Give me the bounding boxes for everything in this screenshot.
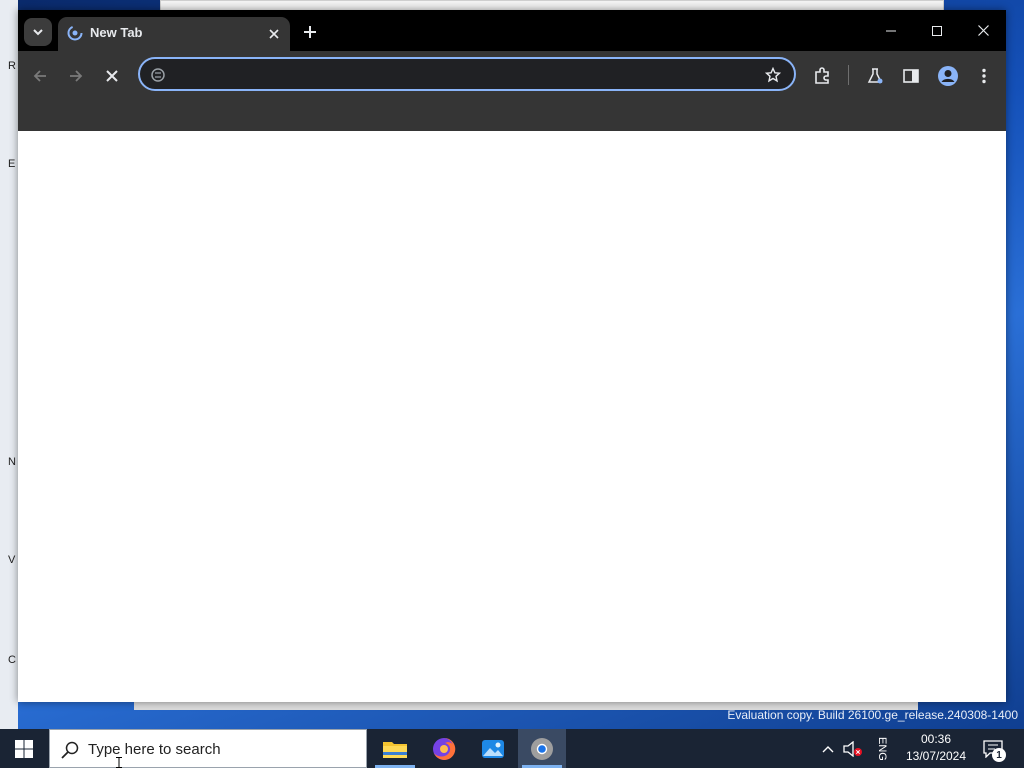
minimize-icon [886,30,896,31]
taskbar-photos[interactable] [469,729,517,768]
taskbar-firefox[interactable] [420,729,468,768]
browser-menu-button[interactable] [970,61,998,91]
maximize-button[interactable] [914,10,960,51]
close-icon [269,29,279,39]
close-window-button[interactable] [960,10,1006,51]
evaluation-watermark: Evaluation copy. Build 26100.ge_release.… [727,708,1018,722]
kebab-menu-icon [982,68,986,84]
forward-button[interactable] [61,61,91,91]
extensions-button[interactable] [808,61,836,91]
search-icon [61,741,79,759]
desktop-icon-edge: E [8,158,16,170]
site-info-button[interactable] [150,67,166,83]
profile-button[interactable] [934,61,962,91]
arrow-right-icon [70,70,83,82]
address-input[interactable] [174,63,754,85]
site-info-icon [151,68,165,82]
side-panel-button[interactable] [897,61,925,91]
clock[interactable]: 00:36 13/07/2024 [900,731,972,767]
profile-icon [938,66,958,86]
volume-button[interactable] [842,729,864,768]
new-tab-button[interactable] [298,20,322,44]
close-tab-button[interactable] [264,24,284,44]
bookmark-button[interactable] [762,64,784,86]
side-panel-icon [903,69,919,83]
close-icon [977,25,989,36]
clock-time: 00:36 [920,732,952,746]
notification-count-badge: 1 [992,748,1006,762]
chrome-icon [531,737,553,760]
browser-window: New Tab [18,10,1006,702]
desktop-icons-strip: R E N V C [0,0,18,730]
chevron-up-icon [822,745,834,752]
folder-icon [383,741,407,758]
show-hidden-icons-button[interactable] [818,729,838,768]
text-cursor-icon [116,757,122,768]
taskbar: Type here to search ENG 00:36 13/07/2024… [0,729,1024,768]
tab-new-tab[interactable]: New Tab [58,17,290,51]
start-button[interactable] [0,729,48,768]
windows-logo-icon [15,739,33,758]
back-button[interactable] [25,61,55,91]
taskbar-search-box[interactable]: Type here to search [49,729,367,768]
star-icon [765,67,781,83]
plus-icon [304,26,316,38]
browser-toolbar [18,51,1006,131]
stop-icon [106,70,118,82]
arrow-left-icon [33,70,46,82]
clock-date: 13/07/2024 [905,749,967,763]
labs-button[interactable] [861,61,889,91]
photos-icon [482,739,504,758]
tab-strip: New Tab [18,10,1006,51]
chrome-loading-icon [67,25,83,41]
address-bar[interactable] [138,57,796,91]
desktop-icon-edge: V [8,554,16,566]
minimize-button[interactable] [868,10,914,51]
tab-search-button[interactable] [24,18,52,46]
puzzle-icon [815,67,829,84]
chevron-down-icon [33,29,43,36]
tab-title: New Tab [90,25,143,40]
taskbar-chrome[interactable] [518,729,566,768]
page-content[interactable] [18,131,1006,702]
toolbar-divider [848,65,849,85]
desktop-icon-edge: R [8,60,16,72]
speaker-muted-icon [843,740,862,757]
firefox-icon [433,737,456,760]
notifications-button[interactable]: 1 [978,735,1008,763]
desktop-icon-edge: N [8,456,16,468]
taskbar-file-explorer[interactable] [371,729,419,768]
search-placeholder: Type here to search [88,741,221,758]
maximize-icon [932,25,942,36]
desktop-icon-edge: C [8,654,16,666]
input-language-indicator[interactable]: ENG [870,737,894,761]
flask-icon [867,68,883,84]
stop-loading-button[interactable] [97,61,127,91]
